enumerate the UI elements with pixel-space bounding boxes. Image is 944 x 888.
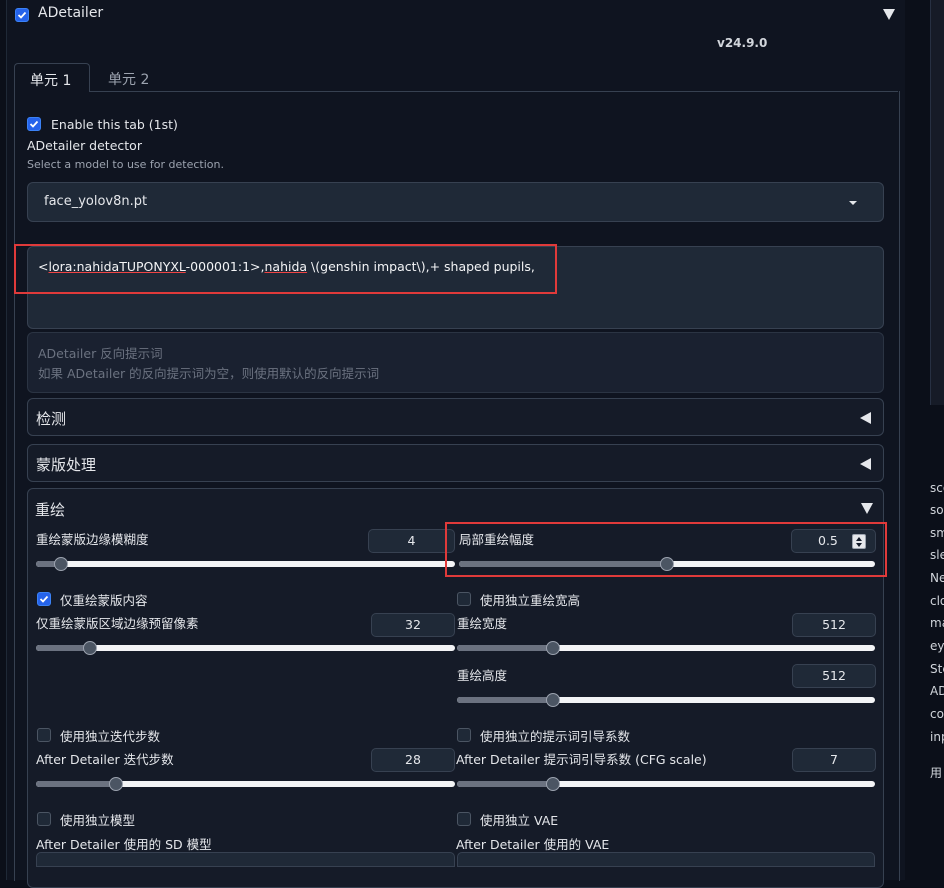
expand-triangle-icon bbox=[860, 458, 871, 470]
use-sep-vae-label: 使用独立 VAE bbox=[480, 813, 559, 828]
right-panel-line: Ne bbox=[930, 571, 944, 585]
width-label: 重绘宽度 bbox=[457, 616, 508, 631]
use-sep-vae-checkbox[interactable] bbox=[457, 812, 471, 826]
padding-label: 仅重绘蒙版区域边缘预留像素 bbox=[36, 616, 199, 631]
cfg-input[interactable]: 7 bbox=[792, 748, 876, 772]
highlight-box-prompt bbox=[14, 244, 557, 294]
steps-slider[interactable] bbox=[36, 777, 455, 791]
slider-thumb[interactable] bbox=[109, 777, 123, 791]
accordion-detection[interactable]: 检测 bbox=[27, 398, 884, 436]
height-label: 重绘高度 bbox=[457, 668, 508, 683]
right-panel-line: Ste bbox=[930, 662, 944, 676]
enable-tab-label: Enable this tab (1st) bbox=[51, 117, 178, 132]
steps-label: After Detailer 迭代步数 bbox=[36, 752, 174, 767]
enable-tab-checkbox[interactable] bbox=[27, 117, 41, 131]
accordion-label: 检测 bbox=[36, 410, 67, 428]
height-slider[interactable] bbox=[457, 693, 875, 707]
right-panel-line: clo bbox=[930, 594, 944, 608]
use-sep-cfg-label: 使用独立的提示词引导系数 bbox=[480, 729, 631, 744]
right-panel-line: sm bbox=[930, 526, 944, 540]
use-sep-model-label: 使用独立模型 bbox=[60, 813, 136, 828]
right-panel-line: sco bbox=[930, 481, 944, 495]
version-label: v24.9.0 bbox=[717, 36, 768, 50]
right-panel-line: ey bbox=[930, 639, 944, 653]
right-panel-line: ma bbox=[930, 616, 944, 630]
check-icon bbox=[29, 120, 39, 128]
accordion-label: 蒙版处理 bbox=[36, 456, 97, 474]
right-panel-line: sle bbox=[930, 548, 944, 562]
use-sep-steps-checkbox[interactable] bbox=[37, 728, 51, 742]
check-icon bbox=[17, 11, 27, 19]
tab-label: 单元 1 bbox=[30, 73, 72, 89]
cfg-label: After Detailer 提示词引导系数 (CFG scale) bbox=[456, 752, 707, 767]
adetailer-enable-checkbox[interactable] bbox=[15, 8, 29, 22]
use-sep-size-checkbox[interactable] bbox=[457, 592, 471, 606]
use-sep-model-checkbox[interactable] bbox=[37, 812, 51, 826]
slider-fill bbox=[457, 645, 553, 651]
width-input[interactable]: 512 bbox=[792, 613, 876, 637]
detector-selected: face_yolov8n.pt bbox=[44, 194, 148, 209]
vae-label: After Detailer 使用的 VAE bbox=[456, 837, 610, 852]
width-slider[interactable] bbox=[457, 641, 875, 655]
slider-fill bbox=[457, 781, 553, 787]
right-panel-line: co bbox=[930, 707, 944, 721]
right-panel-line: AD bbox=[930, 684, 944, 698]
right-panel-line: inp bbox=[930, 730, 944, 744]
detector-hint: Select a model to use for detection. bbox=[27, 158, 224, 171]
mask-blur-slider[interactable] bbox=[36, 557, 455, 571]
use-sep-cfg-checkbox[interactable] bbox=[457, 728, 471, 742]
slider-thumb[interactable] bbox=[54, 557, 68, 571]
tab-unit-2[interactable]: 单元 2 bbox=[108, 69, 149, 89]
mask-blur-label: 重绘蒙版边缘模糊度 bbox=[36, 532, 149, 547]
section-title: ADetailer bbox=[38, 5, 104, 21]
padding-input[interactable]: 32 bbox=[371, 613, 455, 637]
height-input[interactable]: 512 bbox=[792, 664, 876, 688]
collapse-triangle-icon[interactable] bbox=[861, 503, 873, 514]
scrollbar[interactable] bbox=[930, 0, 944, 405]
slider-thumb[interactable] bbox=[546, 641, 560, 655]
check-icon bbox=[39, 595, 49, 603]
mask-blur-input[interactable]: 4 bbox=[368, 529, 455, 553]
right-panel-line: 用 bbox=[930, 766, 943, 780]
padding-slider[interactable] bbox=[36, 641, 455, 655]
only-masked-label: 仅重绘蒙版内容 bbox=[60, 593, 148, 608]
slider-thumb[interactable] bbox=[546, 777, 560, 791]
only-masked-checkbox[interactable] bbox=[37, 592, 51, 606]
detector-title: ADetailer detector bbox=[27, 138, 142, 153]
use-sep-size-label: 使用独立重绘宽高 bbox=[480, 593, 581, 608]
expand-triangle-icon bbox=[860, 412, 871, 424]
use-sep-steps-label: 使用独立迭代步数 bbox=[60, 729, 161, 744]
negative-placeholder-line1: ADetailer 反向提示词 bbox=[38, 346, 163, 361]
highlight-box-denoise bbox=[445, 522, 887, 577]
slider-thumb[interactable] bbox=[546, 693, 560, 707]
vae-dropdown[interactable] bbox=[457, 852, 875, 867]
slider-thumb[interactable] bbox=[83, 641, 97, 655]
sd-model-dropdown[interactable] bbox=[36, 852, 455, 867]
cfg-slider[interactable] bbox=[457, 777, 875, 791]
tabs-divider bbox=[14, 91, 898, 92]
chevron-down-icon bbox=[849, 201, 857, 205]
negative-placeholder-line2: 如果 ADetailer 的反向提示词为空，则使用默认的反向提示词 bbox=[38, 366, 380, 381]
slider-fill bbox=[36, 645, 90, 651]
slider-fill bbox=[457, 697, 553, 703]
sd-model-label: After Detailer 使用的 SD 模型 bbox=[36, 837, 212, 852]
right-panel-line: so bbox=[930, 503, 944, 517]
slider-fill bbox=[36, 781, 116, 787]
collapse-triangle-icon[interactable] bbox=[883, 9, 895, 20]
accordion-mask[interactable]: 蒙版处理 bbox=[27, 444, 884, 482]
steps-input[interactable]: 28 bbox=[371, 748, 455, 772]
accordion-inpaint-label[interactable]: 重绘 bbox=[35, 499, 65, 520]
tab-unit-1[interactable]: 单元 1 bbox=[14, 63, 90, 92]
detector-dropdown[interactable]: face_yolov8n.pt bbox=[27, 182, 884, 222]
